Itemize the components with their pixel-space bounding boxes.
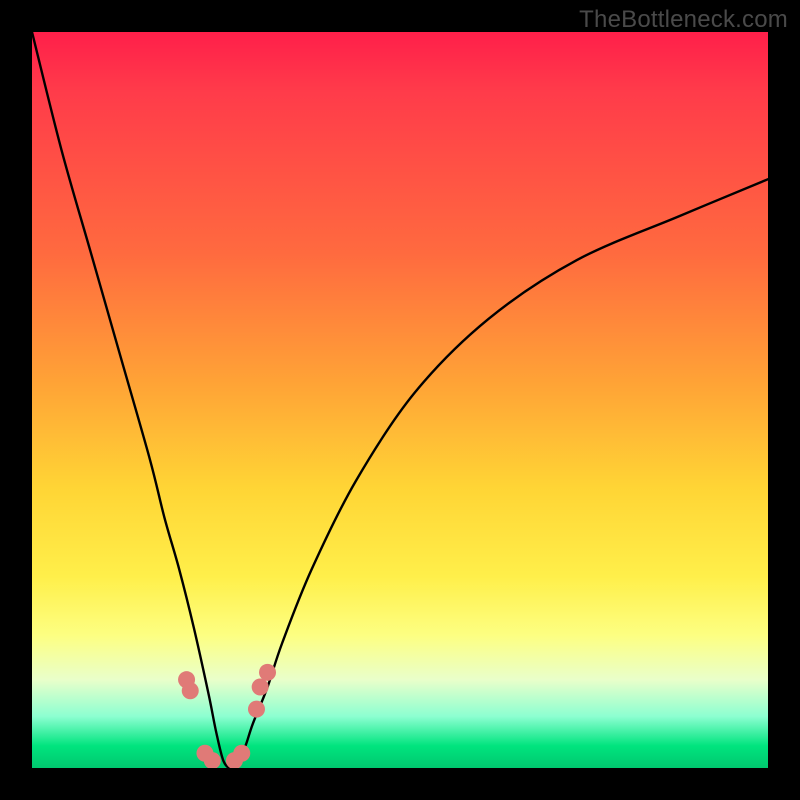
chart-frame: TheBottleneck.com — [0, 0, 800, 800]
curve-data-points — [178, 664, 276, 768]
data-point — [259, 664, 276, 681]
bottleneck-curve — [32, 32, 768, 768]
watermark-text: TheBottleneck.com — [579, 6, 788, 34]
plot-area — [32, 32, 768, 768]
data-point — [233, 745, 250, 762]
bottleneck-curve-svg — [32, 32, 768, 768]
data-point — [248, 701, 265, 718]
data-point — [182, 682, 199, 699]
data-point — [252, 679, 269, 696]
